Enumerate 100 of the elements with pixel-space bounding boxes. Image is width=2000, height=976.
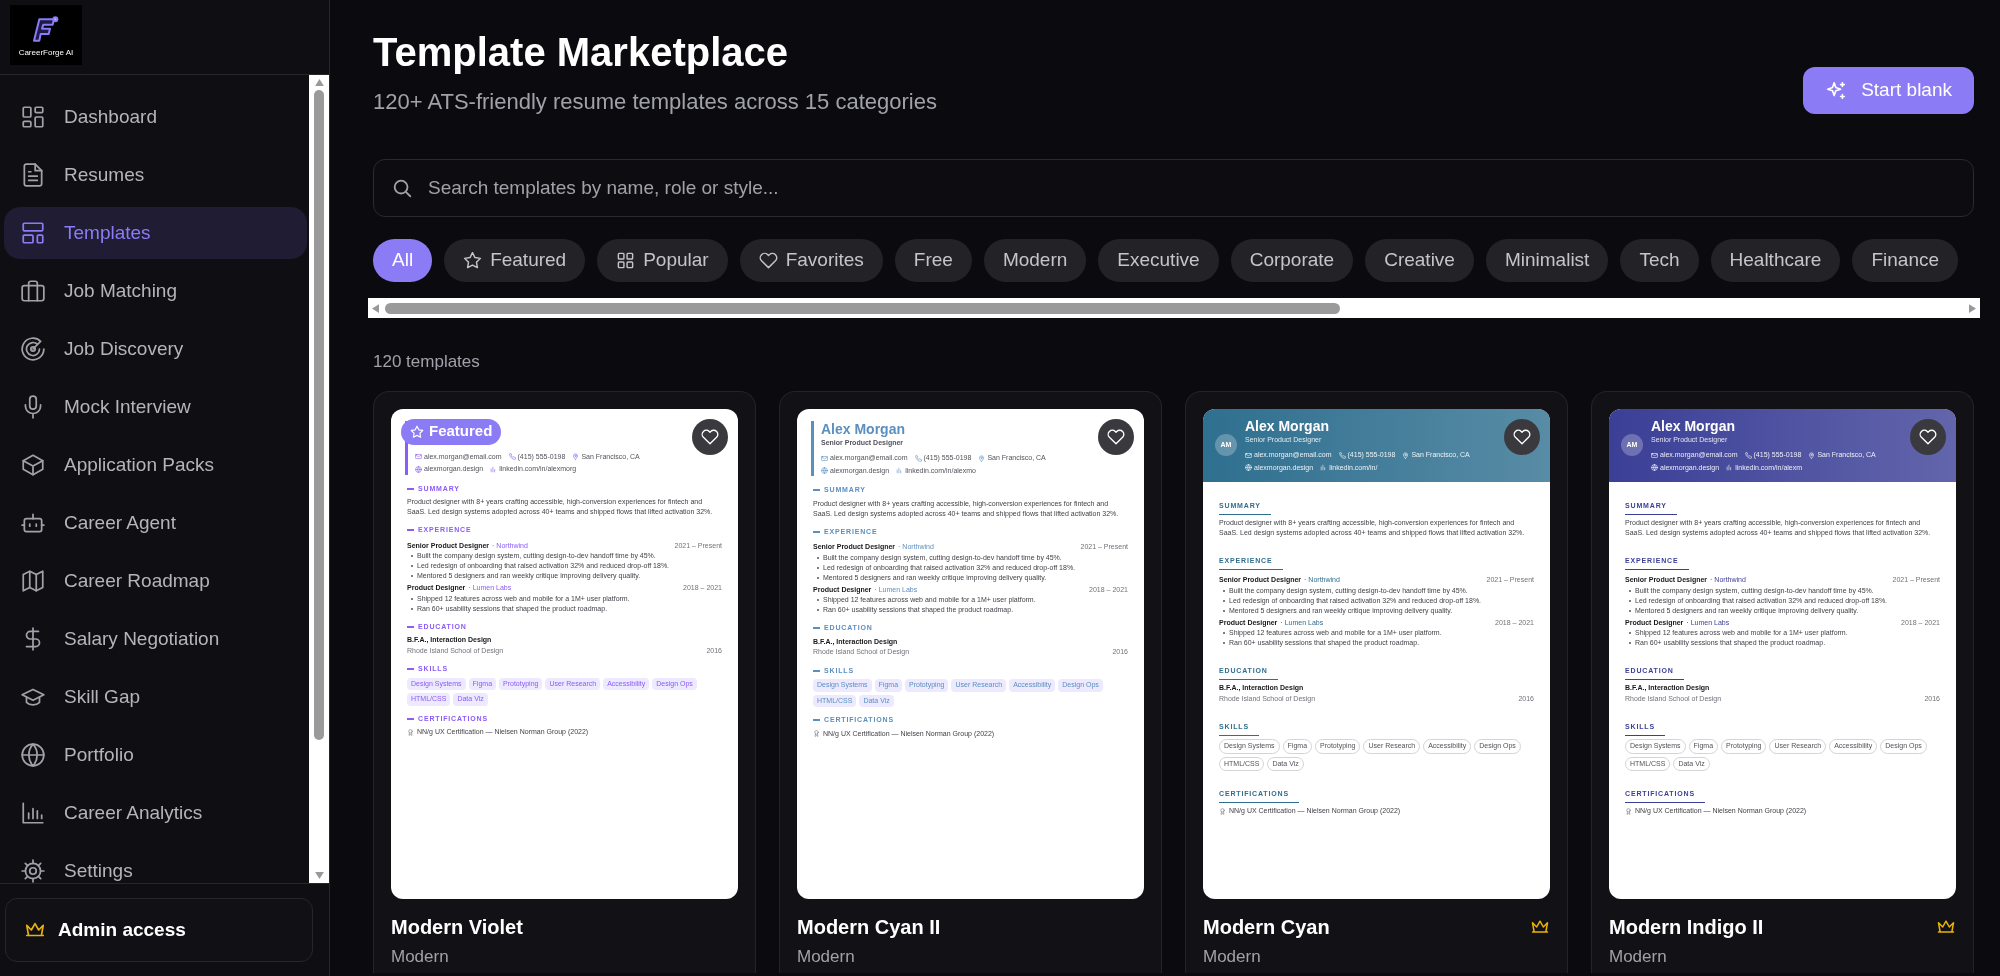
template-category: Modern xyxy=(391,945,450,968)
pin-icon xyxy=(572,453,580,461)
bar-chart-icon xyxy=(1726,464,1734,472)
filter-chip[interactable]: Free xyxy=(894,239,972,282)
template-name: Modern Violet xyxy=(391,914,523,940)
grid-icon xyxy=(616,251,636,270)
scroll-up-icon[interactable] xyxy=(314,79,324,86)
layout-icon xyxy=(20,220,46,246)
filter-chip[interactable]: Corporate xyxy=(1230,239,1354,282)
nav-item[interactable]: Job Discovery xyxy=(4,323,307,375)
settings-icon xyxy=(20,858,46,883)
template-card[interactable] xyxy=(1591,390,1974,973)
filter-chip[interactable]: Executive xyxy=(1098,239,1219,282)
template-category: Modern xyxy=(1609,945,1668,968)
pin-icon xyxy=(1402,451,1410,459)
pin-icon xyxy=(978,454,986,462)
nav-item[interactable]: Templates xyxy=(4,207,307,259)
nav-item[interactable]: Dashboard xyxy=(4,91,307,143)
bar-chart-icon xyxy=(1320,464,1328,472)
nav-item[interactable]: Salary Negotiation xyxy=(4,613,307,665)
filter-chip[interactable]: Healthcare xyxy=(1710,239,1841,282)
scroll-right-icon[interactable] xyxy=(1969,303,1976,313)
briefcase-icon xyxy=(20,278,46,304)
template-card[interactable] xyxy=(1185,390,1568,973)
nav-item[interactable]: Mock Interview xyxy=(4,381,307,433)
favorite-button[interactable] xyxy=(1098,418,1134,455)
heart-icon xyxy=(1513,427,1531,446)
filter-chip[interactable]: Modern xyxy=(983,239,1087,282)
favorite-button[interactable] xyxy=(692,418,728,455)
document-icon xyxy=(20,162,46,188)
template-card[interactable] xyxy=(373,390,756,973)
phone-icon xyxy=(914,454,922,462)
scroll-left-icon[interactable] xyxy=(372,303,379,313)
resume-name: Alex Morgan xyxy=(1245,417,1329,434)
logo-text: CareerForge AI xyxy=(18,47,74,57)
page-title: Template Marketplace xyxy=(373,29,789,76)
phone-icon xyxy=(508,453,516,461)
filter-chip[interactable]: Tech xyxy=(1620,239,1699,282)
star-icon xyxy=(463,251,483,270)
template-card[interactable] xyxy=(779,390,1162,973)
template-count: 120 templates xyxy=(373,351,481,373)
filter-chip[interactable]: Favorites xyxy=(739,239,883,282)
heart-icon xyxy=(1919,427,1937,446)
page-subtitle: 120+ ATS-friendly resume templates across 15 categories xyxy=(373,88,937,116)
mail-icon xyxy=(821,454,828,462)
award-icon xyxy=(813,730,820,738)
nav-item[interactable]: Portfolio xyxy=(4,729,307,781)
admin-access-button[interactable]: Admin access xyxy=(5,898,313,962)
filter-chip[interactable]: Popular xyxy=(597,239,728,282)
template-name: Modern Indigo II xyxy=(1609,914,1764,940)
search-icon xyxy=(391,177,413,199)
filter-chip[interactable]: Featured xyxy=(444,239,586,282)
bar-chart-icon xyxy=(20,800,46,826)
search-field[interactable]: Search templates by name, role or style... xyxy=(373,159,1974,217)
nav-item[interactable]: Application Packs xyxy=(4,439,307,491)
award-icon xyxy=(407,728,414,736)
mail-icon xyxy=(415,453,422,461)
nav-item[interactable]: Settings xyxy=(4,845,307,883)
template-category: Modern xyxy=(1203,945,1262,968)
resume-name: Alex Morgan xyxy=(821,420,905,437)
globe-icon xyxy=(821,467,828,475)
globe-icon xyxy=(20,742,46,768)
globe-icon xyxy=(1651,464,1658,472)
horizontal-scrollbar[interactable] xyxy=(368,298,1980,318)
template-category: Modern xyxy=(797,945,856,968)
bar-chart-icon xyxy=(896,467,904,475)
nav-item[interactable]: Career Agent xyxy=(4,497,307,549)
scrollbar[interactable] xyxy=(309,75,329,883)
mail-icon xyxy=(1245,451,1252,459)
bar-chart-icon xyxy=(490,465,498,473)
sparkles-icon xyxy=(1825,79,1848,102)
pin-icon xyxy=(1808,451,1816,459)
globe-icon xyxy=(415,465,422,473)
nav-item[interactable]: Resumes xyxy=(4,149,307,201)
award-icon xyxy=(1625,807,1632,815)
mail-icon xyxy=(1651,451,1658,459)
phone-icon xyxy=(1744,451,1752,459)
heart-icon xyxy=(758,251,778,270)
globe-icon xyxy=(1245,464,1252,472)
nav-item[interactable]: Career Analytics xyxy=(4,787,307,839)
heart-icon xyxy=(701,427,719,446)
featured-badge: Featured xyxy=(401,418,502,445)
nav-item[interactable]: Job Matching xyxy=(4,265,307,317)
heart-icon xyxy=(1107,427,1125,446)
scroll-down-icon[interactable] xyxy=(314,872,324,879)
map-icon xyxy=(20,568,46,594)
nav-item[interactable]: Career Roadmap xyxy=(4,555,307,607)
award-icon xyxy=(1219,807,1226,815)
nav-item[interactable]: Skill Gap xyxy=(4,671,307,723)
template-name: Modern Cyan xyxy=(1203,914,1330,940)
filter-chip[interactable]: Finance xyxy=(1852,239,1959,282)
resume-name: Alex Morgan xyxy=(1651,417,1735,434)
filter-chip[interactable]: Creative xyxy=(1365,239,1474,282)
template-name: Modern Cyan II xyxy=(797,914,941,940)
filter-chip[interactable]: Minimalist xyxy=(1485,239,1609,282)
radar-icon xyxy=(20,336,46,362)
dashboard-icon xyxy=(20,104,46,130)
package-icon xyxy=(20,452,46,478)
star-icon xyxy=(410,424,424,439)
phone-icon xyxy=(1338,451,1346,459)
